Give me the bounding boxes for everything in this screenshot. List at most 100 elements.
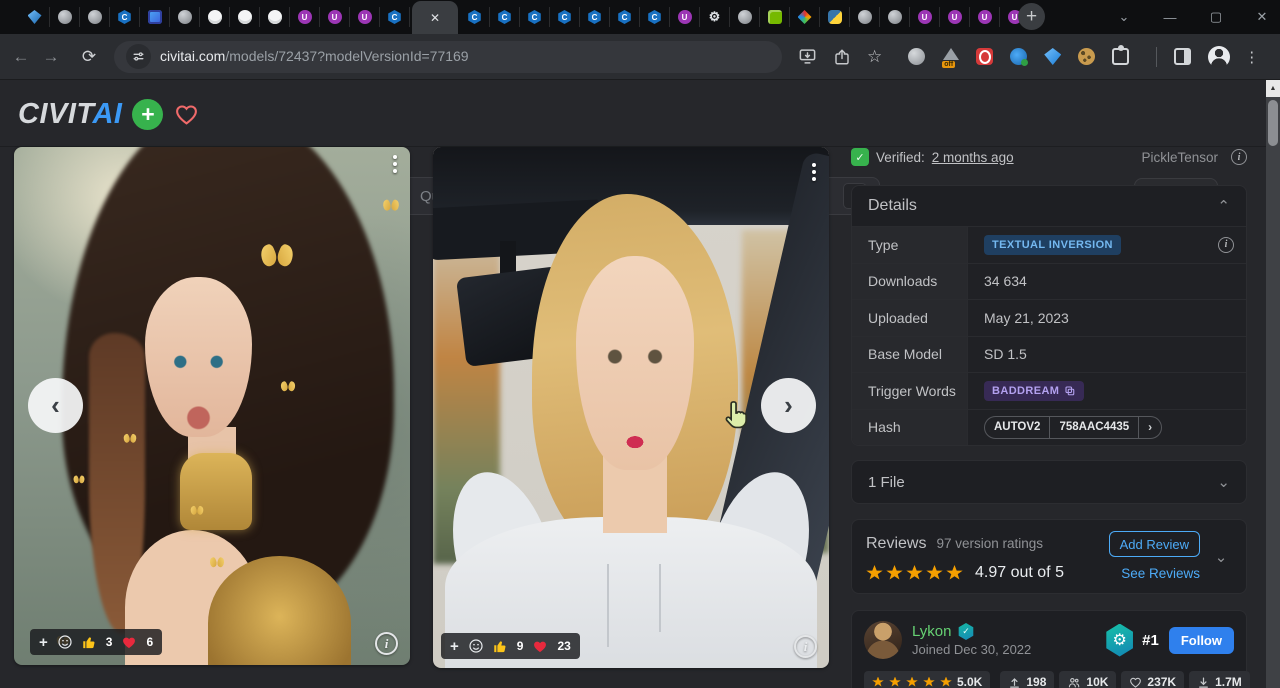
tab-github[interactable] bbox=[230, 7, 260, 27]
hash-pill[interactable]: AUTOV2 758AAC4435 › bbox=[984, 416, 1162, 439]
side-panel-icon[interactable] bbox=[1174, 48, 1191, 65]
details-header[interactable]: Details ⌃ bbox=[852, 186, 1246, 226]
tab-ultra[interactable] bbox=[320, 7, 350, 27]
tab-ultra[interactable] bbox=[670, 7, 700, 27]
rank-hexagon-icon[interactable]: ⚙ bbox=[1104, 624, 1135, 657]
tab-store[interactable] bbox=[140, 7, 170, 27]
address-bar[interactable]: civitai.com/models/72437?modelVersionId=… bbox=[114, 41, 782, 73]
extensions-puzzle-icon[interactable] bbox=[1112, 48, 1129, 65]
hash-value[interactable]: 758AAC4435 bbox=[1050, 417, 1139, 438]
creator-followers-stat[interactable]: 10K bbox=[1059, 671, 1116, 688]
install-icon[interactable] bbox=[798, 47, 817, 66]
reload-button[interactable]: ⟳ bbox=[74, 47, 104, 67]
creator-rating-stat[interactable]: 5.0K bbox=[864, 671, 990, 688]
tab-globe[interactable] bbox=[730, 7, 760, 27]
create-plus-button[interactable]: + bbox=[132, 99, 163, 130]
extension-o-icon[interactable] bbox=[976, 48, 993, 65]
tab-ultra[interactable] bbox=[910, 7, 940, 27]
tab-civitai[interactable] bbox=[110, 7, 140, 27]
image-info-icon[interactable]: i bbox=[375, 632, 398, 655]
tab-github[interactable] bbox=[260, 7, 290, 27]
expand-icon[interactable]: ⌄ bbox=[1217, 473, 1230, 491]
tab-globe[interactable] bbox=[50, 7, 80, 27]
reviews-expand-icon[interactable]: ⌄ bbox=[1215, 548, 1228, 566]
add-review-button[interactable]: Add Review bbox=[1109, 531, 1200, 557]
copy-icon[interactable] bbox=[1064, 385, 1076, 397]
creator-name-link[interactable]: Lykon bbox=[912, 623, 951, 640]
tab-ultra[interactable] bbox=[350, 7, 380, 27]
minimize-button[interactable]: — bbox=[1162, 10, 1178, 25]
files-section[interactable]: 1 File ⌄ bbox=[851, 460, 1247, 504]
support-heart-icon[interactable] bbox=[173, 102, 200, 127]
carousel-prev-button[interactable]: ‹ bbox=[28, 378, 83, 433]
tab-python[interactable] bbox=[820, 7, 850, 27]
see-reviews-link[interactable]: See Reviews bbox=[1121, 566, 1200, 581]
type-info-icon[interactable]: i bbox=[1218, 237, 1234, 253]
follow-button[interactable]: Follow bbox=[1169, 627, 1234, 654]
image-info-icon[interactable]: i bbox=[794, 635, 817, 658]
back-button[interactable]: ← bbox=[6, 47, 36, 67]
tab-ultra[interactable] bbox=[970, 7, 1000, 27]
image-menu-icon[interactable] bbox=[812, 163, 816, 181]
tab-close-icon[interactable]: ✕ bbox=[430, 12, 440, 24]
emoji-smiley-icon[interactable] bbox=[468, 638, 484, 654]
maximize-button[interactable]: ▢ bbox=[1208, 9, 1224, 25]
civitai-logo[interactable]: CIVITAI + bbox=[18, 98, 200, 131]
tab-civitai[interactable] bbox=[380, 7, 410, 27]
type-badge[interactable]: TEXTUAL INVERSION bbox=[984, 235, 1121, 255]
add-reaction-button[interactable]: + bbox=[450, 638, 459, 655]
tab-civitai[interactable] bbox=[550, 7, 580, 27]
thumbs-up-icon[interactable] bbox=[493, 639, 508, 654]
profile-avatar-icon[interactable] bbox=[1208, 46, 1230, 68]
tab-civitai[interactable] bbox=[580, 7, 610, 27]
close-window-button[interactable]: ✕ bbox=[1254, 9, 1270, 25]
tab-nvidia[interactable] bbox=[760, 7, 790, 27]
tab-diamond[interactable] bbox=[20, 7, 50, 27]
tab-civitai[interactable] bbox=[460, 7, 490, 27]
heart-icon[interactable] bbox=[121, 635, 137, 650]
tab-gear[interactable] bbox=[700, 7, 730, 27]
tab-search-icon[interactable]: ⌄ bbox=[1116, 9, 1132, 25]
tab-globe[interactable] bbox=[170, 7, 200, 27]
creator-hearts-stat[interactable]: 237K bbox=[1121, 671, 1184, 688]
creator-downloads-stat[interactable]: 1.7M bbox=[1189, 671, 1250, 688]
image-menu-icon[interactable] bbox=[393, 155, 397, 173]
extension-globe-icon[interactable] bbox=[908, 48, 925, 65]
collapse-icon[interactable]: ⌃ bbox=[1217, 197, 1230, 215]
tab-globe[interactable] bbox=[850, 7, 880, 27]
add-reaction-button[interactable]: + bbox=[39, 634, 48, 651]
page-scrollbar[interactable]: ▲ bbox=[1266, 80, 1280, 688]
tab-civitai[interactable] bbox=[490, 7, 520, 27]
tab-ultra[interactable] bbox=[290, 7, 320, 27]
browser-menu-icon[interactable]: ⋮ bbox=[1244, 48, 1259, 66]
extension-blocker-icon[interactable]: off bbox=[942, 48, 959, 65]
hash-next-icon[interactable]: › bbox=[1139, 417, 1161, 438]
tab-ultra[interactable] bbox=[940, 7, 970, 27]
format-info-icon[interactable]: i bbox=[1231, 149, 1247, 165]
creator-avatar[interactable] bbox=[864, 621, 902, 659]
scrollbar-thumb[interactable] bbox=[1268, 100, 1278, 146]
trigger-word-badge[interactable]: BADDREAM bbox=[984, 381, 1084, 401]
carousel-next-button[interactable]: › bbox=[761, 378, 816, 433]
tab-globe[interactable] bbox=[880, 7, 910, 27]
extension-cookie-icon[interactable] bbox=[1078, 48, 1095, 65]
tab-civitai[interactable] bbox=[610, 7, 640, 27]
tab-prism[interactable] bbox=[790, 7, 820, 27]
site-info-icon[interactable] bbox=[126, 44, 151, 69]
tab-globe[interactable] bbox=[80, 7, 110, 27]
tab-github[interactable] bbox=[200, 7, 230, 27]
share-icon[interactable] bbox=[833, 48, 851, 66]
emoji-smiley-icon[interactable] bbox=[57, 634, 73, 650]
tab-civitai[interactable] bbox=[640, 7, 670, 27]
extension-diamond-icon[interactable] bbox=[1044, 48, 1061, 65]
creator-uploads-stat[interactable]: 198 bbox=[1000, 671, 1054, 688]
new-tab-button[interactable]: + bbox=[1018, 3, 1045, 30]
tab-civitai[interactable] bbox=[520, 7, 550, 27]
active-tab[interactable]: ✕ bbox=[412, 1, 458, 34]
thumbs-up-icon[interactable] bbox=[82, 635, 97, 650]
scrollbar-up-icon[interactable]: ▲ bbox=[1266, 80, 1280, 97]
verified-time-link[interactable]: 2 months ago bbox=[932, 150, 1014, 165]
forward-button[interactable]: → bbox=[36, 47, 66, 67]
bookmark-star-icon[interactable]: ☆ bbox=[867, 47, 882, 67]
extension-translate-icon[interactable] bbox=[1010, 48, 1027, 65]
